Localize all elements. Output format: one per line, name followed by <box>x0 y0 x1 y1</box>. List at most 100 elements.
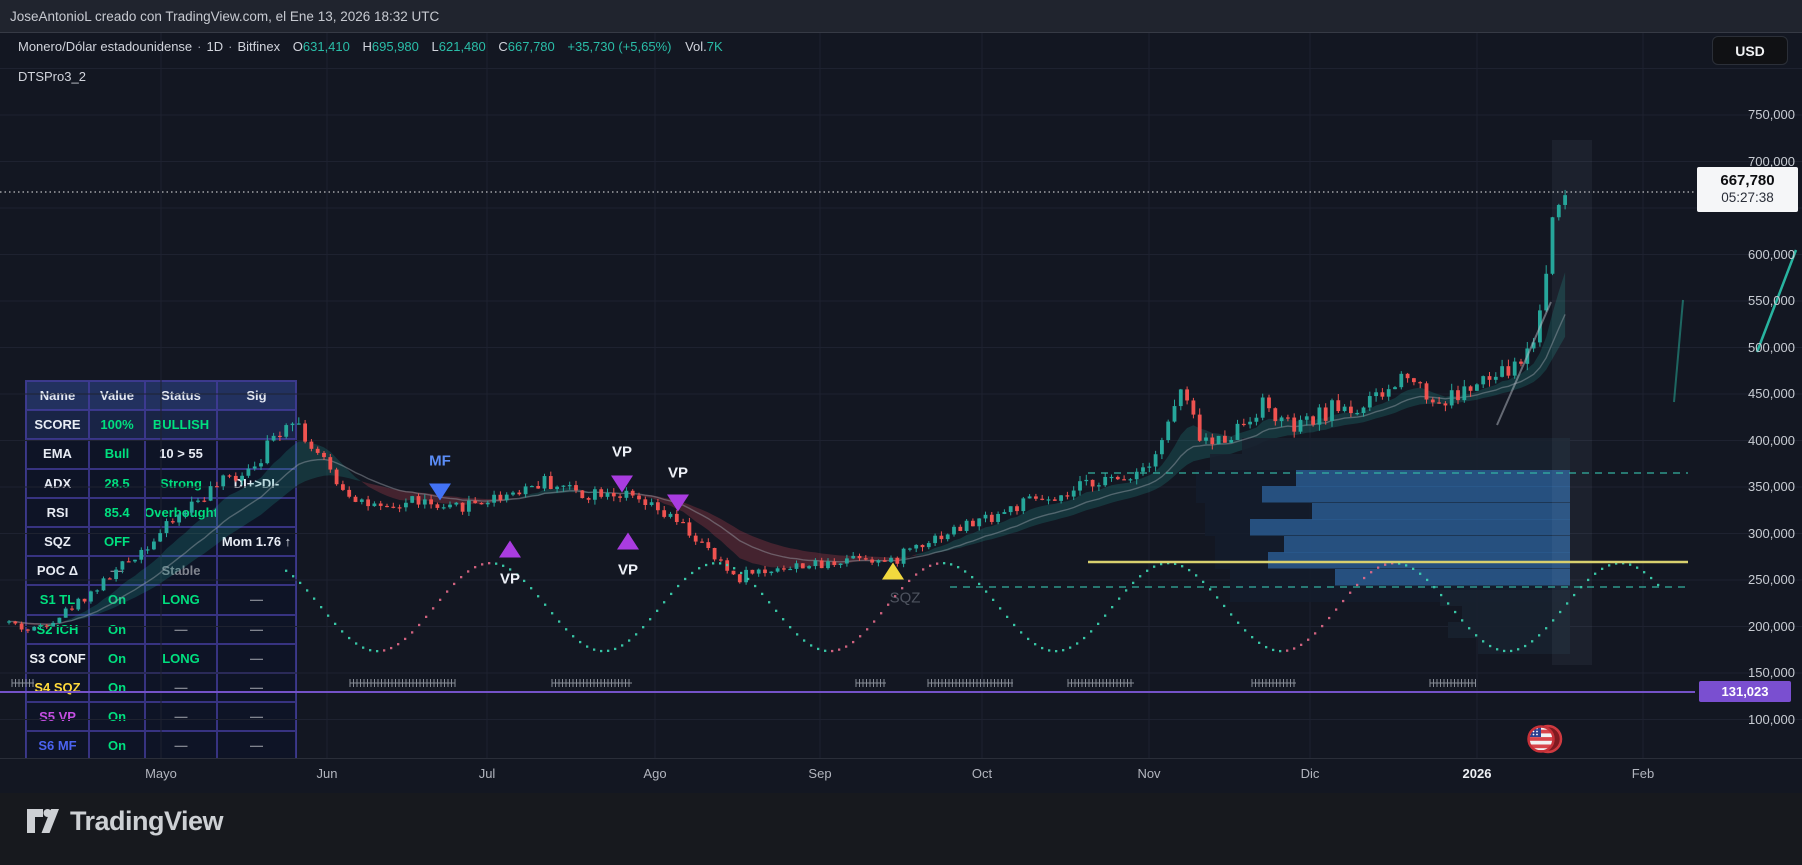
candle-body <box>612 493 616 496</box>
table-row: S1 TLOnLONG— <box>26 585 296 614</box>
candle-body <box>448 505 452 508</box>
trend-cloud <box>916 272 1565 555</box>
table-cell-status <box>145 527 217 556</box>
table-row: RSI85.4Overbought <box>26 498 296 527</box>
oscillator-dot <box>327 615 329 617</box>
oscillator-dot <box>775 610 777 612</box>
table-cell-sig: — <box>217 585 296 614</box>
volume-profile-bar <box>1440 590 1570 606</box>
candle-body <box>1318 407 1322 424</box>
candle-body <box>354 497 358 502</box>
candle-body <box>454 503 458 505</box>
volume-profile-bar <box>1478 638 1570 654</box>
oscillator-dot <box>1013 624 1015 626</box>
candle-body <box>1444 403 1448 405</box>
candle-body <box>996 514 1000 522</box>
symbol-legend[interactable]: Monero/Dólar estadounidense·1D·Bitfinex … <box>18 39 723 54</box>
candle-body <box>1336 400 1340 411</box>
candle-body <box>555 487 559 489</box>
candle-body <box>505 495 509 501</box>
candle-body <box>1091 480 1095 487</box>
oscillator-dot <box>348 637 350 639</box>
time-axis[interactable] <box>0 758 1802 793</box>
candle-body <box>1040 499 1044 500</box>
oscillator-dot <box>922 568 924 570</box>
oscillator-dot <box>908 580 910 582</box>
oscillator-dot <box>1559 611 1561 613</box>
oscillator-dot <box>537 595 539 597</box>
volume-profile-bar <box>1448 622 1570 638</box>
oscillator-dot <box>1027 638 1029 640</box>
oscillator-dot <box>831 650 833 652</box>
oscillator-dot <box>880 612 882 614</box>
tradingview-logo-icon <box>26 807 60 837</box>
oscillator-dot <box>1006 616 1008 618</box>
candle-body <box>385 506 389 507</box>
table-cell-sig: — <box>217 615 296 644</box>
candle-body <box>782 568 786 569</box>
candle-body <box>1399 374 1403 387</box>
oscillator-dot <box>439 599 441 601</box>
table-cell-name: ADX <box>26 469 89 498</box>
oscillator-dot <box>782 618 784 620</box>
oscillator-dot <box>642 626 644 628</box>
open-label: O <box>293 39 303 54</box>
candle-body <box>807 566 811 568</box>
time-tick-label: Sep <box>785 766 855 781</box>
oscillator-dot <box>558 620 560 622</box>
table-row: SQZOFFMom 1.76 ↑ <box>26 527 296 556</box>
candle-body <box>719 559 723 560</box>
candle-body <box>650 502 654 505</box>
oscillator-dot <box>943 562 945 564</box>
table-cell-sig: — <box>217 702 296 731</box>
volume-profile-bar <box>1205 503 1570 536</box>
candle-body <box>341 484 345 490</box>
currency-button[interactable]: USD <box>1712 36 1788 65</box>
candle-body <box>1324 407 1328 420</box>
oscillator-dot <box>1370 571 1372 573</box>
table-cell-sig <box>217 439 296 468</box>
oscillator-dot <box>1048 649 1050 651</box>
VP-marker-triangle-up <box>617 533 639 550</box>
oscillator-dot <box>1538 634 1540 636</box>
interval-label: 1D <box>207 39 224 54</box>
oscillator-dot <box>376 650 378 652</box>
candle-body <box>1355 413 1359 414</box>
candle-body <box>637 496 641 500</box>
candle-body <box>839 563 843 565</box>
oscillator-dot <box>432 607 434 609</box>
table-cell-name: S6 MF <box>26 731 89 760</box>
table-cell-sig: — <box>217 731 296 760</box>
indicator-legend[interactable]: DTSPro3_2 <box>18 69 86 84</box>
candle-body <box>1122 479 1126 480</box>
candle-body <box>1544 274 1548 311</box>
candle-body <box>1103 477 1107 485</box>
oscillator-dot <box>957 566 959 568</box>
table-cell-sig <box>217 498 296 527</box>
candle-body <box>1003 512 1007 514</box>
high-label: H <box>363 39 372 54</box>
candle-body <box>1141 467 1145 471</box>
candle-body <box>536 486 540 489</box>
table-cell-status: Strong <box>145 469 217 498</box>
change-value: +35,730 (+5,65%) <box>567 39 671 54</box>
price-axis[interactable]: 750,000700,000600,000550,000500,000450,0… <box>1690 33 1802 758</box>
vp-marker-label: VP <box>618 562 638 579</box>
oscillator-dot <box>474 566 476 568</box>
usa-flag-icon[interactable] <box>1524 721 1566 762</box>
oscillator-dot <box>726 564 728 566</box>
price-tick-label: 200,000 <box>1695 619 1802 634</box>
oscillator-dot <box>768 601 770 603</box>
table-row: S2 ICHOn—— <box>26 615 296 644</box>
support-level-box: 131,023 <box>1699 681 1791 702</box>
candle-body <box>1280 417 1284 421</box>
trend-line[interactable] <box>1497 302 1551 425</box>
exchange-label: Bitfinex <box>237 39 280 54</box>
candle-body <box>700 542 704 543</box>
volume-profile-bar <box>1462 606 1570 622</box>
oscillator-dot <box>1643 571 1645 573</box>
candle-body <box>618 496 622 497</box>
tradingview-logo[interactable]: TradingView <box>26 806 223 837</box>
volume-profile-bar <box>1268 552 1570 569</box>
table-cell-status: — <box>145 615 217 644</box>
